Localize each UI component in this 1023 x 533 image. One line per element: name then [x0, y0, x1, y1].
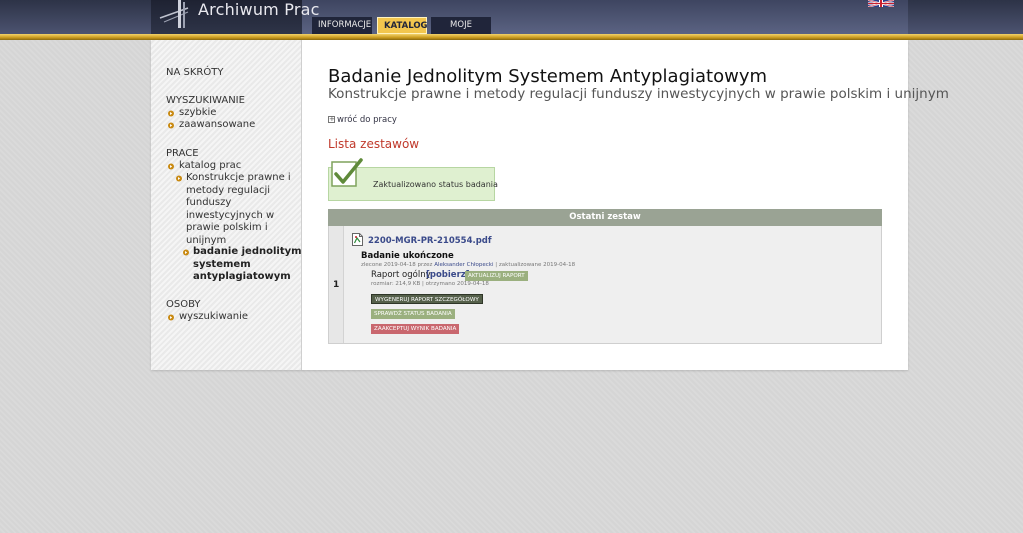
work-title-line: prawie polskim i [186, 222, 268, 233]
bullet-icon [183, 249, 189, 256]
accept-result-button[interactable]: zaakceptuj wynik badania [371, 324, 460, 334]
work-title-line: metody regulacji [186, 184, 271, 196]
report-label: Raport ogólny [371, 270, 431, 280]
sidebar-heading-search: Wyszukiwanie [166, 95, 245, 106]
back-link[interactable]: wróć do pracy [337, 115, 397, 125]
bullet-icon [176, 175, 182, 182]
logo-icon [159, 0, 189, 28]
sidebar-item-current-test[interactable]: badanie jednolitym systemem antyplagiato… [193, 246, 302, 284]
tab-informacje[interactable]: Informacje [312, 17, 372, 34]
sidebar-item-work[interactable]: Konstrukcje prawne i metody regulacji fu… [186, 172, 291, 247]
checkmark-icon [331, 158, 363, 187]
report-meta: rozmiar: 214,9 KB | otrzymano 2019-04-18 [371, 281, 489, 287]
pdf-file-icon[interactable] [352, 233, 363, 246]
bullet-icon [168, 163, 174, 170]
meta-suffix: | zaktualizowane 2019-04-18 [495, 262, 576, 268]
generate-detailed-report-button[interactable]: wygeneruj raport szczegółowy [371, 294, 483, 304]
current-line: badanie jednolitym [193, 246, 302, 257]
notice-text: Zaktualizowano status badania [373, 180, 498, 189]
plus-box-icon[interactable]: + [328, 116, 335, 123]
file-link[interactable]: 2200-MGR-PR-210554.pdf [368, 236, 492, 246]
test-status: Badanie ukończone [361, 251, 454, 261]
page-subtitle: Konstrukcje prawne i metody regulacji fu… [328, 86, 949, 102]
tab-katalog[interactable]: Katalog [377, 17, 428, 34]
sidebar-item-zaawansowane[interactable]: zaawansowane [179, 119, 255, 132]
requester-link[interactable]: Aleksander Chłopecki [434, 262, 493, 268]
work-title-line: inwestycyjnych w [186, 209, 275, 221]
check-status-button[interactable]: sprawdź status badania [371, 309, 455, 319]
work-title-line: Konstrukcje prawne i [186, 172, 291, 183]
update-report-button[interactable]: aktualizuj raport [465, 271, 528, 281]
sidebar-item-szybkie[interactable]: szybkie [179, 107, 216, 120]
bullet-icon [168, 314, 174, 321]
download-link[interactable]: [pobierz] [426, 270, 470, 280]
meta-prefix: zlecone 2019-04-18 przez [361, 262, 433, 268]
table-header: Ostatni zestaw [328, 209, 882, 226]
section-heading: Lista zestawów [328, 137, 420, 151]
sidebar-heading-shortcuts: Na skróty [166, 67, 224, 78]
test-meta: zlecone 2019-04-18 przez Aleksander Chło… [361, 262, 575, 268]
sidebar-item-people-search[interactable]: wyszukiwanie [179, 311, 248, 324]
tab-moje-prace[interactable]: Moje prace [431, 17, 491, 47]
sidebar-item-katalog-prac[interactable]: katalog prac [179, 160, 241, 173]
page-title: Badanie Jednolitym Systemem Antyplagiato… [328, 66, 768, 87]
current-line: systemem [193, 258, 251, 270]
bullet-icon [168, 110, 174, 117]
row-number: 1 [333, 280, 340, 290]
current-line: antyplagiatowym [193, 271, 291, 282]
app-title[interactable]: Archiwum Prac [198, 0, 320, 19]
sidebar-heading-works: Prace [166, 148, 199, 159]
work-title-line: funduszy [186, 197, 232, 208]
bullet-icon [168, 122, 174, 129]
uk-flag-icon[interactable] [868, 0, 894, 7]
sidebar-heading-people: Osoby [166, 299, 201, 310]
